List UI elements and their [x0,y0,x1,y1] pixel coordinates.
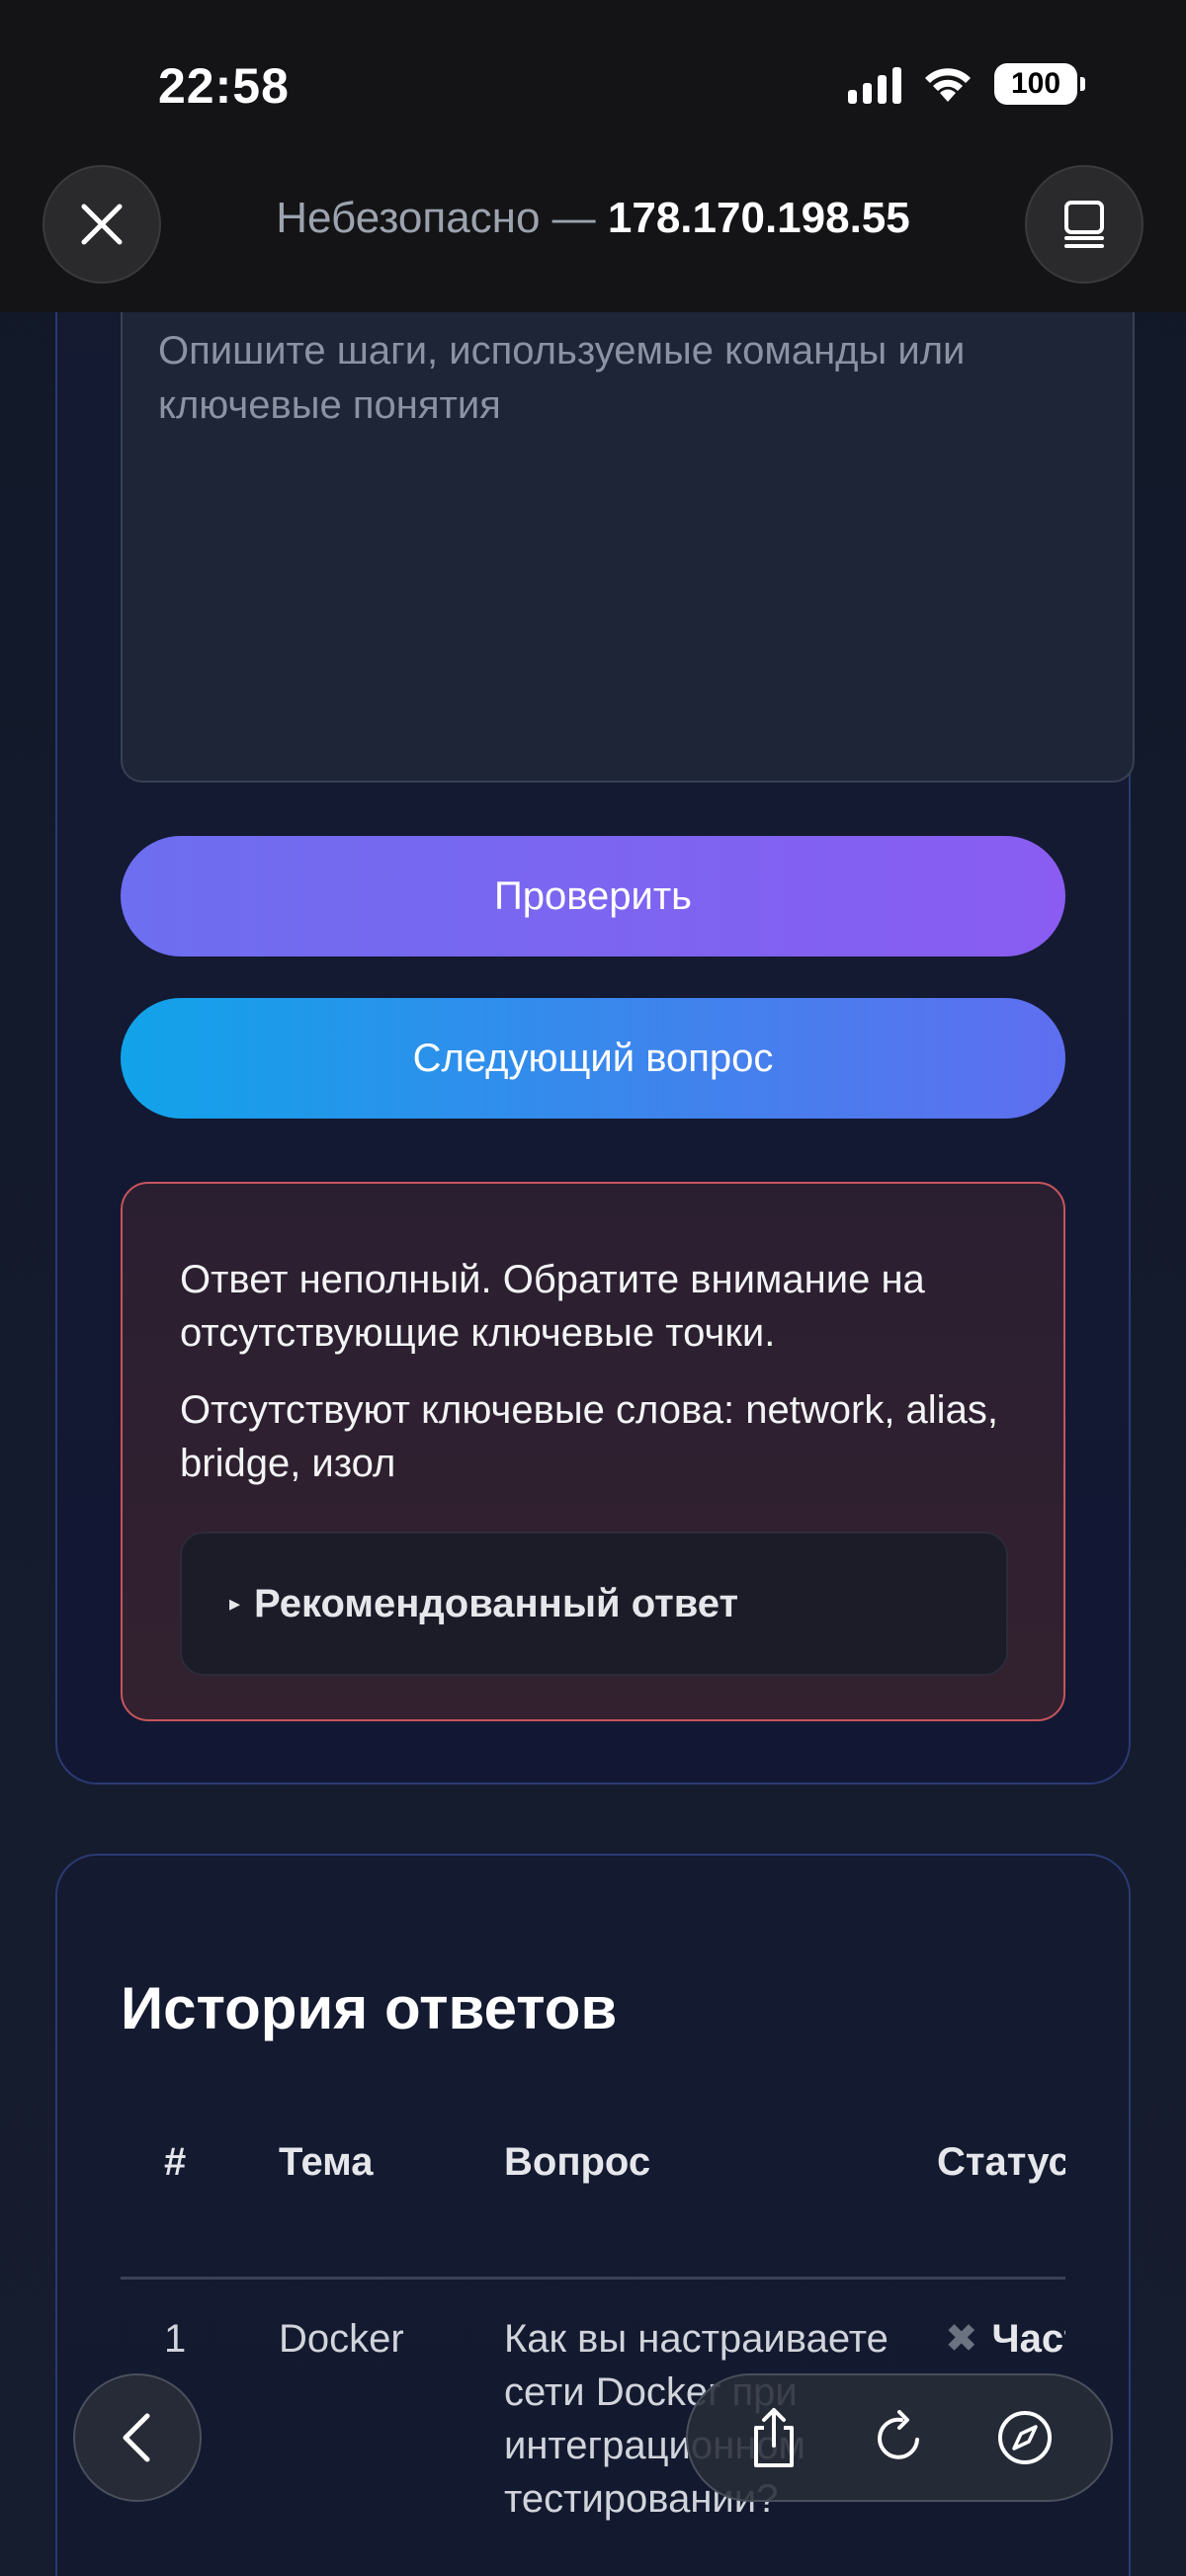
status-time: 22:58 [158,58,290,114]
cellular-signal-icon [848,64,901,104]
row-number: 1 [164,2317,187,2361]
reader-mode-button[interactable] [1025,165,1144,284]
next-question-button[interactable]: Следующий вопрос [121,998,1065,1119]
back-button[interactable] [73,2373,202,2502]
check-button[interactable]: Проверить [121,836,1065,956]
chevron-left-icon [123,2413,150,2462]
column-header-topic: Тема [279,2140,374,2184]
cross-icon: ✖ [945,2317,978,2361]
browser-top-bar: 22:58 100 Небезопасно — 178.170.198.55 [0,0,1186,312]
row-topic: Docker [279,2317,404,2361]
url-host: 178.170.198.55 [607,194,910,242]
recommended-answer-label: Рекомендованный ответ [254,1581,739,1625]
url-security-label: Небезопасно — [276,194,608,242]
battery-indicator: 100 [994,63,1085,105]
answer-textarea[interactable]: Опишите шаги, используемые команды или к… [121,296,1135,783]
compass-button[interactable] [980,2393,1069,2482]
history-title: История ответов [121,1975,618,2041]
reload-icon [878,2410,919,2459]
wifi-icon [921,64,974,104]
feedback-missing-keywords: Отсутствуют ключевые слова: network, ali… [180,1388,998,1485]
compass-icon [997,2411,1052,2464]
share-icon [754,2408,795,2467]
tabs-icon [1064,201,1104,248]
feedback-summary: Ответ неполный. Обратите внимание на отс… [180,1258,925,1355]
row-status: ✖ Частично [945,2312,1065,2366]
column-header-status: Статус [937,2140,1065,2184]
address-bar[interactable]: Небезопасно — 178.170.198.55 [0,194,1186,243]
table-divider [121,2277,1065,2280]
column-header-question: Вопрос [504,2140,651,2184]
recommended-answer-toggle[interactable]: ▸ Рекомендованный ответ [180,1532,1008,1676]
answer-placeholder: Опишите шаги, используемые команды или к… [158,329,966,427]
feedback-box: Ответ неполный. Обратите внимание на отс… [121,1182,1065,1721]
status-icons: 100 [848,63,1085,105]
row-status-label: Частично [991,2317,1065,2361]
disclosure-triangle-icon: ▸ [229,1591,241,1616]
browser-toolbar [686,2373,1113,2502]
column-header-number: # [164,2140,187,2184]
share-button[interactable] [729,2393,818,2482]
reload-button[interactable] [855,2393,944,2482]
